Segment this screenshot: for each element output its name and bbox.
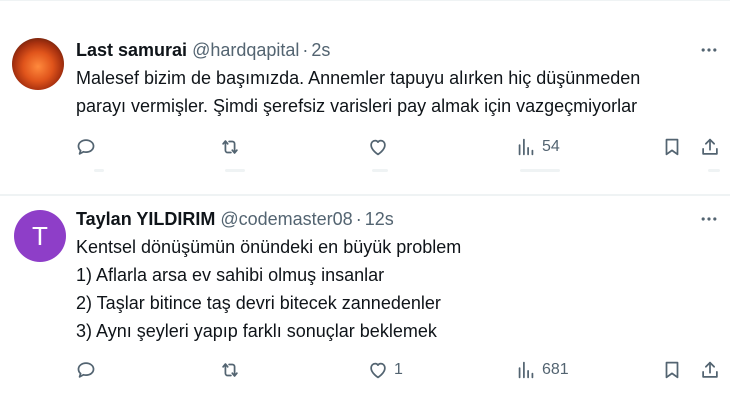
tweet-text-line: parayı vermişler. Şimdi şerefsiz varisle…	[76, 96, 638, 116]
views-button[interactable]: 681	[515, 354, 569, 386]
share-button[interactable]	[699, 131, 721, 163]
retweet-button[interactable]	[219, 131, 246, 163]
display-name[interactable]: Last samurai	[76, 40, 187, 60]
reply-icon	[77, 362, 95, 378]
bookmark-icon	[665, 361, 679, 379]
retweet-button[interactable]	[219, 354, 246, 386]
like-button[interactable]	[367, 131, 394, 163]
share-icon	[702, 361, 718, 378]
avatar[interactable]: T	[14, 210, 66, 262]
retweet-icon	[222, 140, 238, 154]
view-count: 54	[542, 138, 560, 155]
views-icon	[518, 138, 534, 156]
heart-icon	[370, 139, 386, 156]
reply-button[interactable]	[75, 131, 102, 163]
bookmark-button[interactable]	[661, 354, 683, 386]
tweet-text-line: Malesef bizim de başımızda. Annemler tap…	[76, 68, 641, 88]
separator-dot: ·	[355, 209, 362, 229]
tweet-header: Last samurai @hardqapital · 2s	[76, 38, 330, 62]
share-icon	[702, 138, 718, 155]
separator-dot: ·	[302, 40, 309, 60]
tweet-text-line: 3) Aynı şeyleri yapıp farklı sonuçlar be…	[76, 321, 437, 341]
user-handle[interactable]: @hardqapital	[192, 40, 299, 60]
tweet-header: Taylan YILDIRIM @codemaster08 · 12s	[76, 207, 394, 231]
tweet-actions: 54	[0, 131, 730, 163]
timestamp[interactable]: 12s	[365, 209, 394, 229]
timestamp[interactable]: 2s	[311, 40, 330, 60]
more-options-button[interactable]	[692, 207, 726, 231]
tweet-text-line: Kentsel dönüşümün önündeki en büyük prob…	[76, 237, 462, 257]
views-icon	[518, 361, 534, 379]
retweet-icon	[222, 363, 238, 377]
more-icon	[701, 217, 717, 221]
heart-icon	[370, 362, 386, 379]
tweet-text-line: 2) Taşlar bitince taş devri bitecek zann…	[76, 293, 441, 313]
view-count: 681	[542, 361, 569, 378]
bookmark-button[interactable]	[661, 131, 683, 163]
reply-icon	[77, 139, 95, 155]
tweet[interactable]: T Taylan YILDIRIM @codemaster08 · 12s Kents…	[0, 196, 730, 420]
avatar[interactable]	[12, 38, 64, 90]
reply-button[interactable]	[75, 354, 102, 386]
more-icon	[701, 48, 717, 52]
like-count: 1	[394, 361, 403, 378]
bookmark-icon	[665, 138, 679, 156]
views-button[interactable]: 54	[515, 131, 560, 163]
tweet[interactable]: Last samurai @hardqapital · 2s Malesef bizi…	[0, 0, 730, 195]
tweet-text: Malesef bizim de başımızda. Annemler tap…	[76, 64, 716, 120]
tweet-text: Kentsel dönüşümün önündeki en büyük prob…	[76, 233, 716, 345]
tweet-text-line: 1) Aflarla arsa ev sahibi olmuş insanlar	[76, 265, 385, 285]
display-name[interactable]: Taylan YILDIRIM	[76, 209, 215, 229]
user-handle[interactable]: @codemaster08	[220, 209, 352, 229]
tweet-actions: 1 681	[0, 354, 730, 386]
share-button[interactable]	[699, 354, 721, 386]
scroll-ghost	[0, 169, 730, 179]
more-options-button[interactable]	[692, 38, 726, 62]
like-button[interactable]: 1	[367, 354, 403, 386]
